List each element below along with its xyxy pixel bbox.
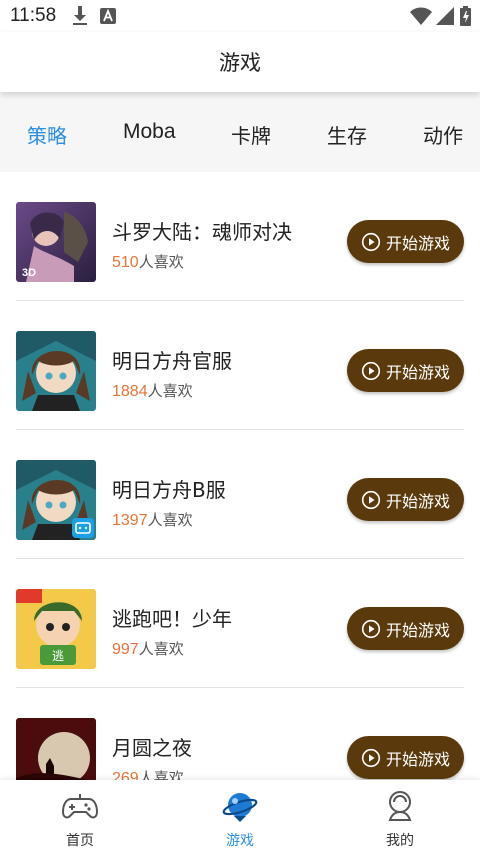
likes-suffix: 人喜欢 <box>138 640 184 658</box>
likes-count: 1397 <box>112 512 148 529</box>
status-bar: 11:58 <box>0 0 480 32</box>
svg-text:逃: 逃 <box>52 649 64 663</box>
category-tabs: 策略 Moba 卡牌 生存 动作 <box>0 92 480 172</box>
start-game-button[interactable]: 开始游戏 <box>347 220 464 263</box>
game-name: 明日方舟官服 <box>112 349 232 373</box>
game-name: 明日方舟B服 <box>112 478 226 502</box>
escape-boy-game-icon: 逃 <box>16 589 96 669</box>
nav-label-home: 首页 <box>66 833 94 849</box>
title-bar: 游戏 <box>0 32 480 92</box>
tab-moba[interactable]: Moba <box>123 120 176 144</box>
profile-icon <box>388 791 412 821</box>
tab-strategy[interactable]: 策略 <box>27 120 67 149</box>
full-moon-night-game-icon <box>16 718 96 780</box>
game-likes: 269人喜欢 <box>112 767 184 780</box>
tab-action[interactable]: 动作 <box>423 120 463 149</box>
tab-survival[interactable]: 生存 <box>327 120 367 149</box>
list-item[interactable]: 逃 逃跑吧！少年 997人喜欢 开始游戏 <box>0 559 480 688</box>
status-time: 11:58 <box>10 5 57 26</box>
page-title: 游戏 <box>219 51 261 75</box>
start-game-label: 开始游戏 <box>385 233 450 253</box>
game-name: 斗罗大陆：魂师对决 <box>112 220 292 244</box>
play-icon <box>361 619 381 638</box>
likes-suffix: 人喜欢 <box>138 253 184 271</box>
nav-item-home[interactable]: 首页 <box>20 780 140 853</box>
download-icon <box>72 6 88 31</box>
battery-charging-icon <box>460 6 471 31</box>
game-name: 逃跑吧！少年 <box>112 607 232 631</box>
planet-icon <box>222 793 258 822</box>
start-game-label: 开始游戏 <box>385 491 450 511</box>
gamepad-icon <box>62 794 98 819</box>
likes-count: 510 <box>112 254 139 271</box>
game-likes: 1884人喜欢 <box>112 380 193 401</box>
play-icon <box>361 232 381 251</box>
game-likes: 997人喜欢 <box>112 638 184 659</box>
list-item[interactable]: 明日方舟官服 1884人喜欢 开始游戏 <box>0 301 480 430</box>
likes-count: 1884 <box>112 383 148 400</box>
play-icon <box>361 361 381 380</box>
signal-icon <box>436 7 454 30</box>
game-list: 3D 斗罗大陆：魂师对决 510人喜欢 开始游戏 明日方舟官服 1884人喜欢 … <box>0 172 480 780</box>
start-game-button[interactable]: 开始游戏 <box>347 349 464 392</box>
game-likes: 1397人喜欢 <box>112 509 193 530</box>
nav-label-games: 游戏 <box>226 833 254 849</box>
likes-suffix: 人喜欢 <box>147 382 193 400</box>
likes-suffix: 人喜欢 <box>147 511 193 529</box>
play-icon <box>361 748 381 767</box>
likes-count: 269 <box>112 770 139 780</box>
douluo-game-icon: 3D <box>16 202 96 282</box>
bottom-nav: 首页 游戏 我的 <box>0 780 480 853</box>
play-icon <box>361 490 381 509</box>
list-item[interactable]: 月圆之夜 269人喜欢 开始游戏 <box>0 688 480 780</box>
start-game-label: 开始游戏 <box>385 362 450 382</box>
nav-item-games[interactable]: 游戏 <box>180 780 300 853</box>
start-game-button[interactable]: 开始游戏 <box>347 607 464 650</box>
list-item[interactable]: 3D 斗罗大陆：魂师对决 510人喜欢 开始游戏 <box>0 172 480 301</box>
likes-suffix: 人喜欢 <box>138 769 184 780</box>
wifi-icon <box>410 7 432 30</box>
nav-label-mine: 我的 <box>386 833 414 849</box>
svg-text:3D: 3D <box>22 267 36 279</box>
game-name: 月圆之夜 <box>112 736 192 760</box>
arknights-game-icon <box>16 331 96 411</box>
likes-count: 997 <box>112 641 139 658</box>
start-game-label: 开始游戏 <box>385 620 450 640</box>
start-game-label: 开始游戏 <box>385 749 450 769</box>
tab-card[interactable]: 卡牌 <box>231 120 271 149</box>
nav-item-mine[interactable]: 我的 <box>340 780 460 853</box>
a-notification-icon <box>100 8 116 29</box>
list-item[interactable]: 明日方舟B服 1397人喜欢 开始游戏 <box>0 430 480 559</box>
start-game-button[interactable]: 开始游戏 <box>347 478 464 521</box>
game-likes: 510人喜欢 <box>112 251 184 272</box>
start-game-button[interactable]: 开始游戏 <box>347 736 464 779</box>
arknights-bilibili-game-icon <box>16 460 96 540</box>
